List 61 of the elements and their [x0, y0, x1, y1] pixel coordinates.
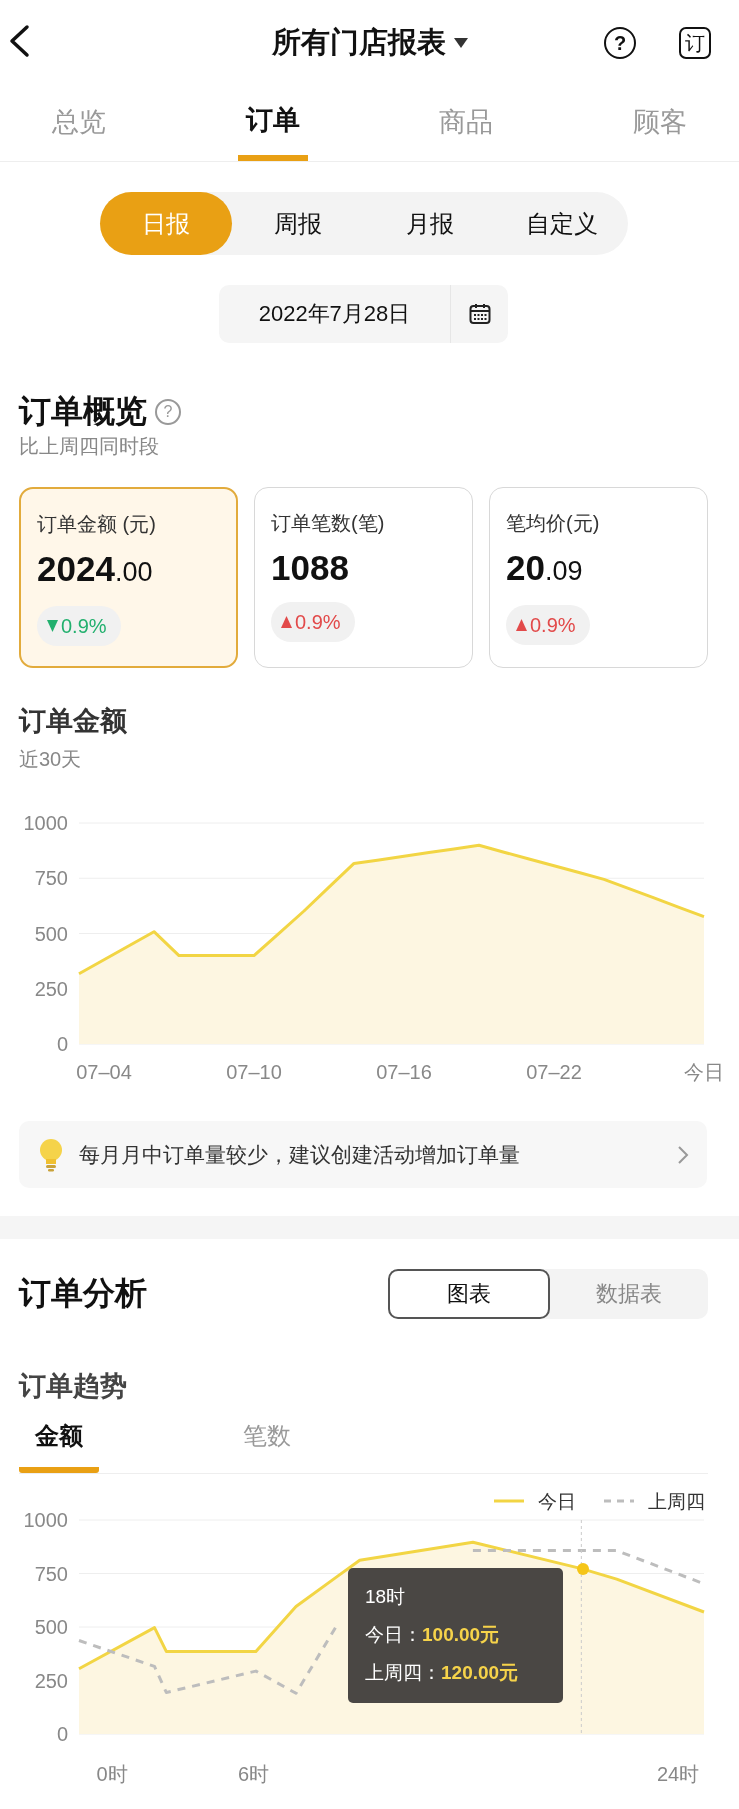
tooltip-row-text: 今日：100.00元	[365, 1623, 501, 1647]
period-tab[interactable]: 自定义	[496, 192, 628, 255]
legend-label: 今日	[538, 1491, 576, 1512]
axis-label: 6时	[237, 1763, 270, 1785]
chart-subtitle: 近30天	[19, 747, 82, 772]
metric-value: 2024.00	[37, 549, 154, 590]
axis-label: 250	[34, 1669, 68, 1692]
point-marker	[577, 1563, 589, 1575]
metric-card[interactable]: 订单金额 (元) 2024.00 0.9%	[19, 487, 238, 668]
metric-value: 1088	[271, 548, 350, 588]
section-title: 订单概览	[19, 392, 147, 431]
metric-label: 笔均价(元)	[506, 511, 601, 536]
axis-label: 07–16	[376, 1061, 432, 1083]
axis-label: 500	[34, 922, 68, 945]
axis-label: 750	[34, 867, 68, 890]
axis-label: 0	[56, 1033, 68, 1055]
tooltip-title: 18时	[365, 1585, 407, 1609]
axis-label: 0时	[96, 1763, 128, 1785]
period-tab[interactable]: 周报	[232, 192, 364, 255]
metric-card[interactable]: 笔均价(元) 20.09 0.9%	[489, 487, 708, 668]
change-badge: 0.9%	[506, 605, 590, 645]
view-tab[interactable]: 图表	[388, 1269, 550, 1319]
chevron-right-icon[interactable]	[677, 1144, 689, 1165]
axis-label: 24时	[656, 1763, 700, 1785]
comparison-note: 比上周四同时段	[19, 434, 160, 459]
legend-label: 上周四	[648, 1491, 705, 1512]
change-badge: 0.9%	[37, 606, 121, 646]
legend-line-icon	[604, 1499, 634, 1503]
caret-icon[interactable]	[453, 37, 468, 48]
metric-label: 订单笔数(笔)	[271, 511, 386, 536]
axis-label: 0	[56, 1723, 68, 1745]
chart-title: 订单趋势	[19, 1370, 127, 1403]
section-title: 订单分析	[19, 1274, 147, 1313]
back-icon[interactable]	[8, 24, 30, 58]
page-title[interactable]: 所有门店报表	[271, 22, 446, 63]
tooltip-row-text: 上周四：120.00元	[365, 1661, 520, 1685]
legend-line-icon	[494, 1499, 524, 1503]
order-button[interactable]: 订	[679, 27, 711, 59]
metric-value: 20.09	[506, 548, 584, 589]
axis-label: 250	[34, 977, 68, 1000]
calendar-icon[interactable]	[469, 303, 491, 325]
axis-label: 750	[34, 1562, 68, 1585]
tab[interactable]: 订单	[237, 85, 308, 161]
axis-label: 1000	[23, 1509, 68, 1531]
period-tab[interactable]: 月报	[364, 192, 496, 255]
date-field[interactable]: 2022年7月28日	[219, 285, 451, 343]
axis-label: 1000	[23, 812, 68, 834]
axis-label: 今日	[684, 1061, 724, 1083]
tip-banner[interactable]: 每月月中订单量较少，建议创建活动增加订单量	[19, 1121, 707, 1188]
change-badge: 0.9%	[271, 602, 355, 642]
axis-label: 07–22	[526, 1061, 582, 1083]
metric-tab[interactable]: 金额	[19, 1405, 99, 1473]
metric-label: 订单金额 (元)	[37, 512, 157, 537]
axis-label: 500	[34, 1616, 68, 1638]
tip-text: 每月月中订单量较少，建议创建活动增加订单量	[79, 1141, 521, 1168]
chart-title: 订单金额	[19, 705, 127, 738]
lightbulb-icon	[37, 1137, 65, 1172]
help-button[interactable]: ?	[604, 27, 636, 59]
axis-label: 07–10	[226, 1061, 282, 1083]
metric-card[interactable]: 订单笔数(笔) 1088 0.9%	[254, 487, 473, 668]
axis-label: 07–04	[76, 1061, 132, 1083]
